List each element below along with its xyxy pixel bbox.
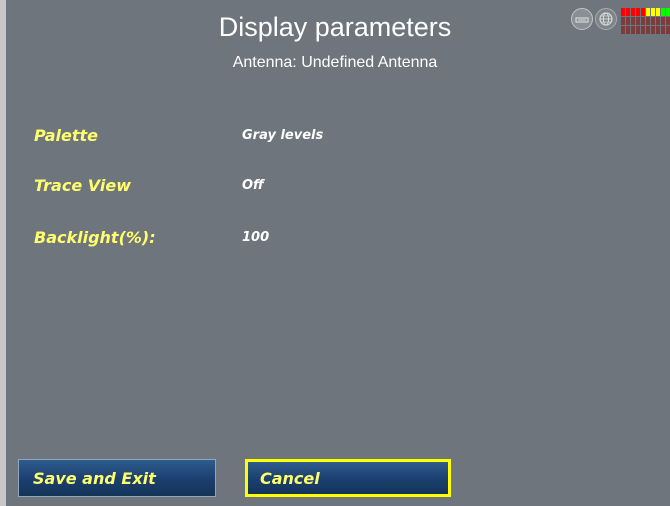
meter-segment [651, 17, 655, 25]
signal-level-meter [621, 8, 670, 34]
meter-segment [656, 26, 660, 34]
meter-segment [656, 8, 660, 16]
lnb-icon [571, 8, 593, 30]
save-and-exit-button[interactable]: Save and Exit [18, 459, 216, 497]
meter-segment [656, 17, 660, 25]
satellite-globe-icon [595, 8, 617, 30]
meter-segment [626, 26, 630, 34]
meter-segment [636, 8, 640, 16]
meter-segment [666, 17, 670, 25]
meter-segment [636, 26, 640, 34]
meter-segment [661, 26, 665, 34]
meter-segment [636, 17, 640, 25]
status-bar [571, 8, 670, 34]
meter-segment [641, 26, 645, 34]
meter-segment [631, 8, 635, 16]
meter-segment [626, 8, 630, 16]
palette-value[interactable]: Gray levels [242, 128, 323, 143]
antenna-subtitle: Antenna: Undefined Antenna [232, 54, 438, 71]
meter-segment [641, 8, 645, 16]
meter-segment [631, 26, 635, 34]
meter-segment [661, 8, 665, 16]
palette-label: Palette [34, 126, 98, 145]
screen-frame [0, 0, 670, 506]
page-title: Display parameters [218, 12, 452, 42]
meter-segment [666, 8, 670, 16]
meter-segment [646, 17, 650, 25]
trace-view-value[interactable]: Off [242, 178, 264, 193]
trace-view-label: Trace View [34, 176, 131, 195]
meter-segment [621, 17, 625, 25]
meter-segment [631, 17, 635, 25]
meter-segment [621, 26, 625, 34]
meter-segment [661, 17, 665, 25]
meter-segment [646, 26, 650, 34]
meter-segment [641, 17, 645, 25]
meter-segment [621, 8, 625, 16]
cancel-button[interactable]: Cancel [245, 459, 451, 497]
meter-segment [626, 17, 630, 25]
meter-segment [651, 8, 655, 16]
meter-segment [646, 8, 650, 16]
meter-segment [666, 26, 670, 34]
backlight-label: Backlight(%): [34, 228, 156, 247]
meter-segment [651, 26, 655, 34]
backlight-value[interactable]: 100 [242, 230, 269, 245]
